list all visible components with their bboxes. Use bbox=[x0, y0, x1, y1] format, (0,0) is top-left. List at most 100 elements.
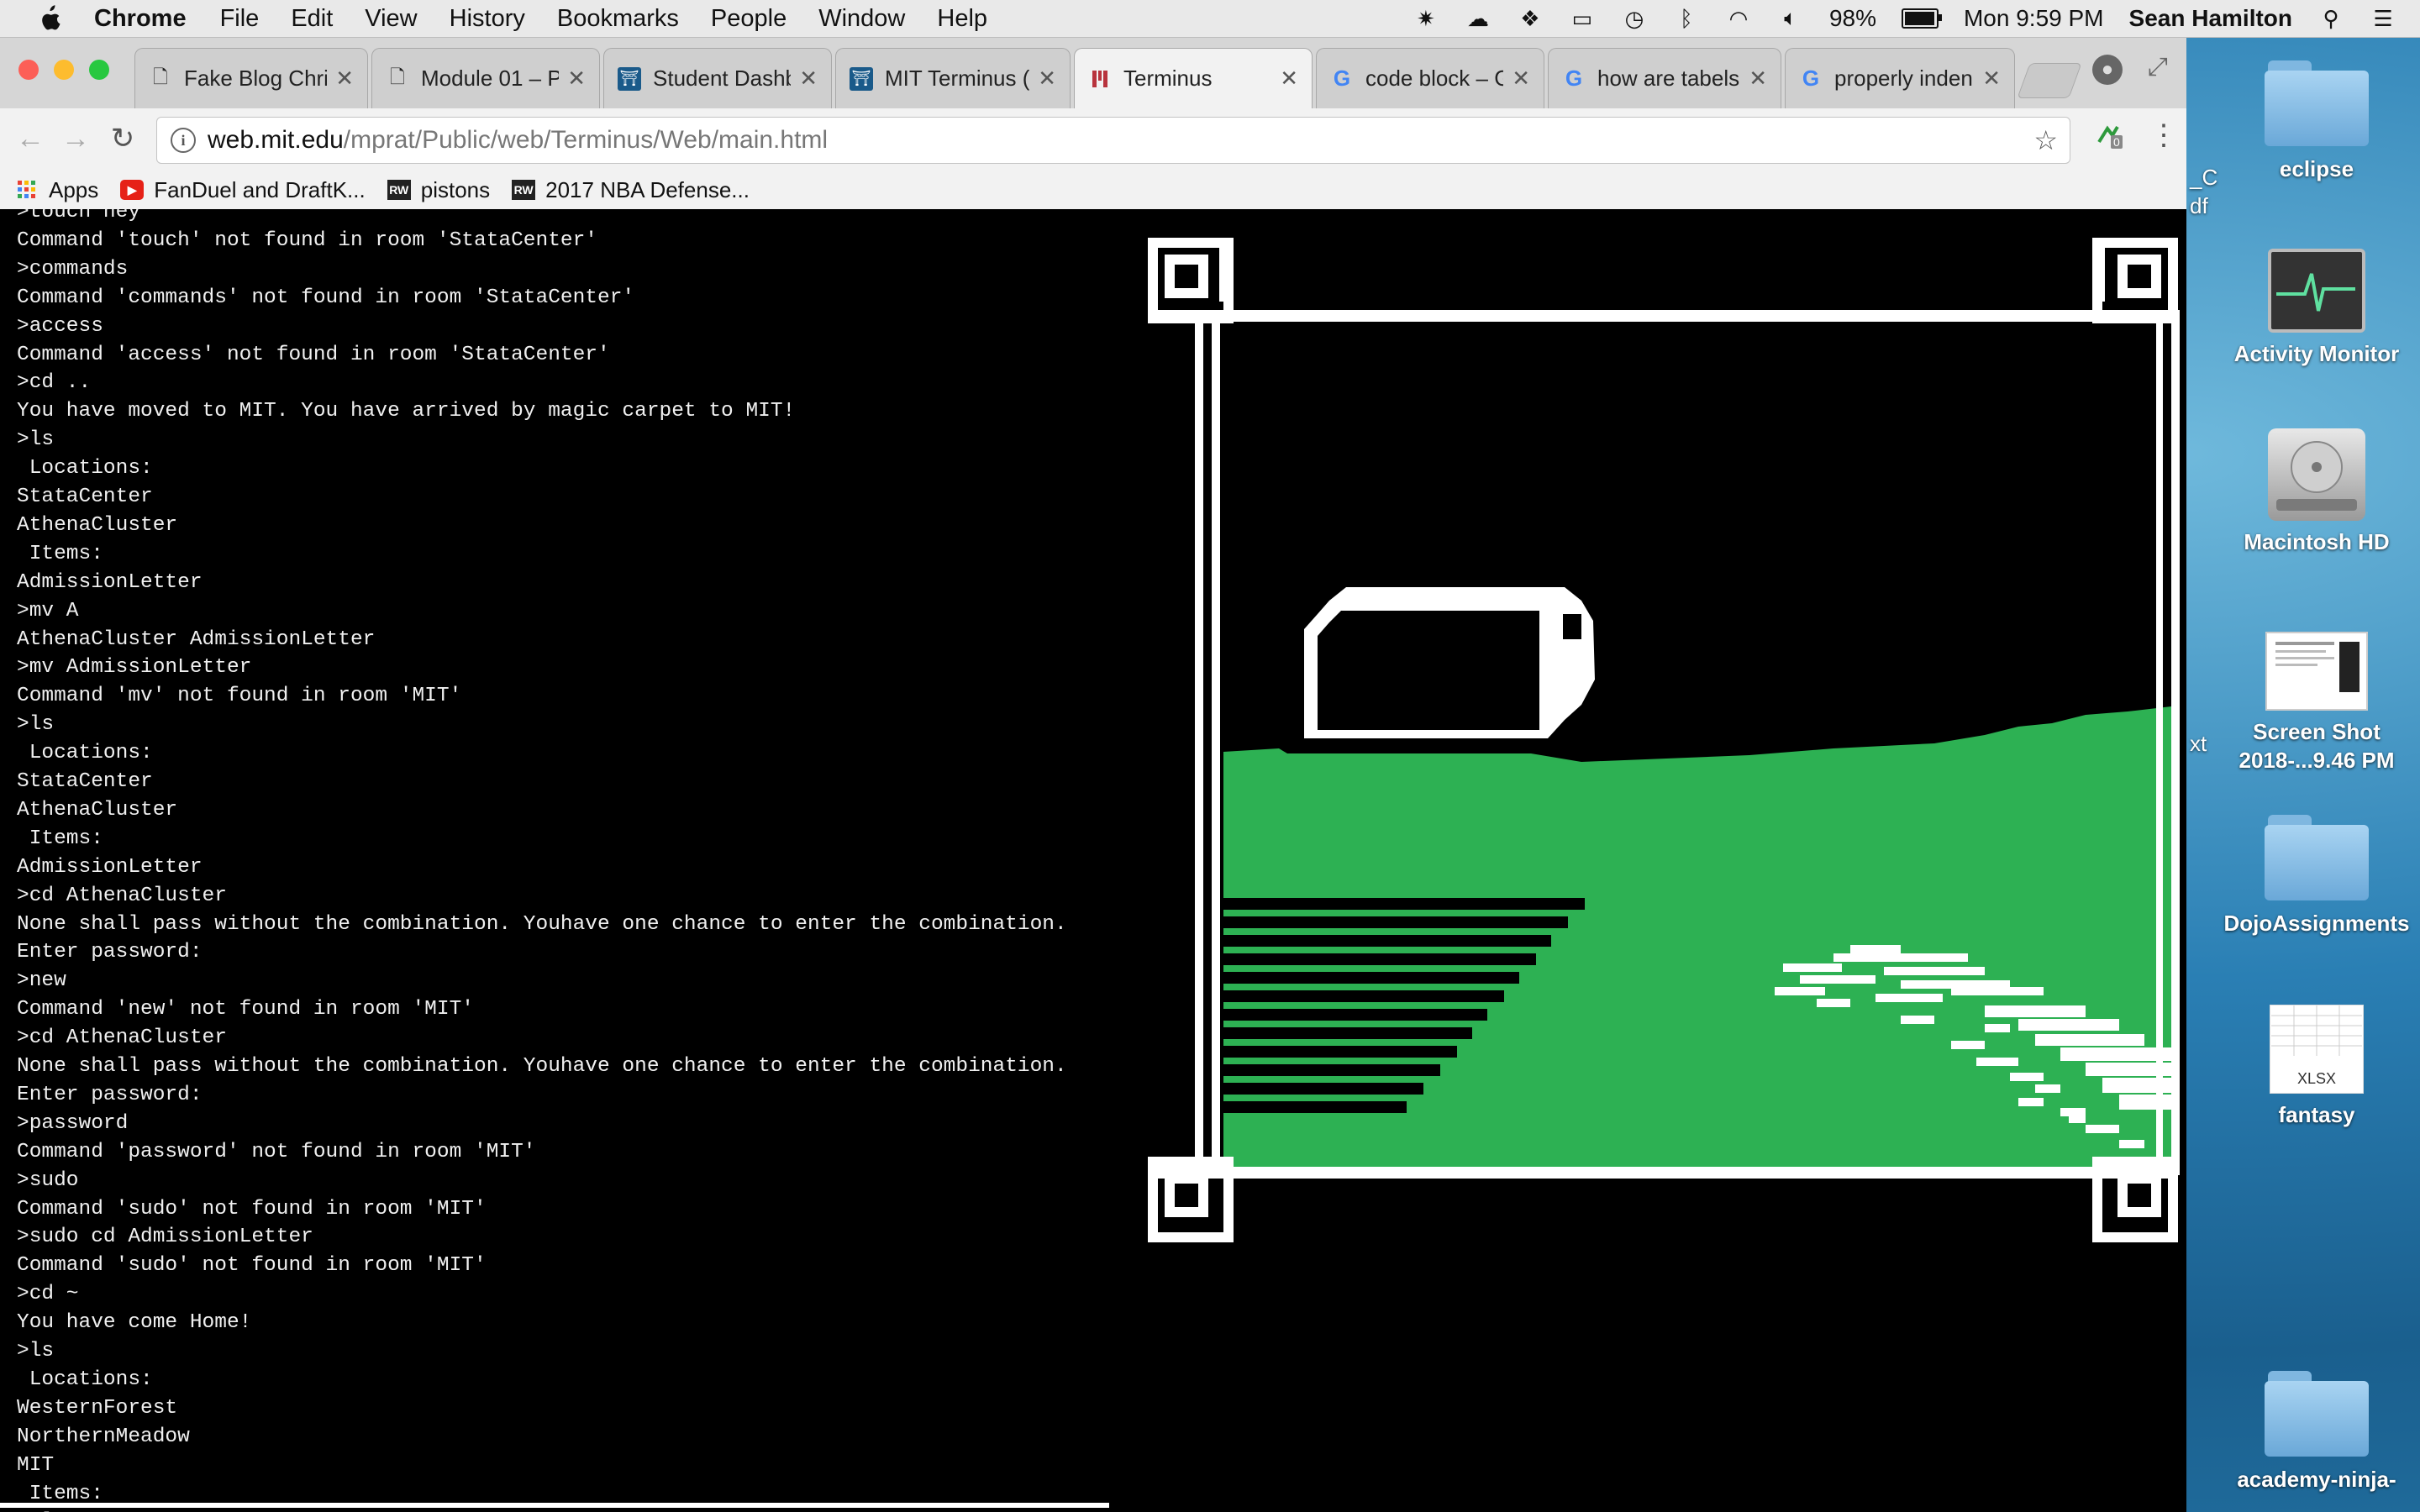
tab-title: code block – G bbox=[1365, 66, 1504, 91]
terminal-line: You have moved to MIT. You have arrived … bbox=[17, 400, 796, 423]
terminal-line: Command 'sudo' not found in room 'MIT' bbox=[17, 1254, 487, 1278]
terminal-line: NorthernMeadow bbox=[17, 1425, 190, 1448]
youtube-icon: ▶ bbox=[120, 180, 145, 200]
volume-icon[interactable]: 🔈︎ bbox=[1777, 5, 1804, 30]
chrome-window: 🗋 Fake Blog Chri ✕ 🗋 Module 01 – Pa ✕ ⛩ … bbox=[0, 38, 2186, 1512]
tools-icon[interactable]: ✷ bbox=[1413, 6, 1439, 31]
bookmark-label: pistons bbox=[420, 176, 491, 202]
chrome-menu-icon[interactable]: ⋮ bbox=[2149, 118, 2178, 152]
bookmark-nba-defense[interactable]: RW 2017 NBA Defense... bbox=[512, 177, 750, 203]
desktop-icon-academy-ninja[interactable]: academy-ninja- bbox=[2220, 1371, 2413, 1494]
reload-icon[interactable]: ↻ bbox=[104, 120, 141, 157]
wifi-icon[interactable]: ◠ bbox=[1725, 6, 1752, 31]
site-info-icon[interactable]: i bbox=[171, 128, 196, 153]
fullscreen-icon[interactable]: ⤢ bbox=[2148, 53, 2168, 81]
time-machine-icon[interactable]: ◷ bbox=[1621, 6, 1648, 31]
extension-icon[interactable]: 0 bbox=[2096, 120, 2126, 150]
clock[interactable]: Mon 9:59 PM bbox=[1964, 5, 2104, 32]
spotlight-search-icon[interactable]: ⚲ bbox=[2317, 6, 2344, 31]
cloud-upload-icon[interactable]: ☁ bbox=[1465, 6, 1491, 31]
tab-mit-terminus-dojo[interactable]: ⛩ MIT Terminus ( ✕ bbox=[835, 48, 1071, 108]
menu-bookmarks[interactable]: Bookmarks bbox=[557, 5, 679, 33]
tab-close-icon[interactable]: ✕ bbox=[1512, 66, 1530, 92]
back-arrow-icon[interactable]: ← bbox=[12, 120, 49, 157]
rw-icon: RW bbox=[512, 180, 536, 200]
scene-illustration bbox=[1148, 238, 2180, 1242]
apple-menu-icon[interactable] bbox=[32, 2, 66, 35]
bluetooth-icon[interactable]: ᛒ bbox=[1673, 6, 1700, 31]
battery-percent[interactable]: 98% bbox=[1829, 5, 1876, 32]
terminal-line: Locations: bbox=[17, 457, 153, 480]
menu-help[interactable]: Help bbox=[937, 5, 987, 33]
battery-icon[interactable] bbox=[1901, 8, 1942, 29]
close-window-button[interactable] bbox=[18, 60, 39, 80]
airplay-icon[interactable]: ▭ bbox=[1569, 6, 1596, 31]
minimize-window-button[interactable] bbox=[54, 60, 74, 80]
google-icon: G bbox=[1802, 66, 1820, 91]
terminal-line: >password bbox=[17, 1111, 129, 1135]
tab-close-icon[interactable]: ✕ bbox=[567, 66, 586, 92]
folder-icon bbox=[2265, 60, 2369, 148]
terminal-line: None shall pass without the combination.… bbox=[17, 1055, 1067, 1078]
new-tab-button[interactable] bbox=[2017, 63, 2082, 98]
tab-close-icon[interactable]: ✕ bbox=[799, 66, 818, 92]
menu-file[interactable]: File bbox=[220, 5, 260, 33]
terminal-line: >commands bbox=[17, 257, 129, 281]
tab-indent-google[interactable]: G properly inden ✕ bbox=[1785, 48, 2015, 108]
profile-icon[interactable]: ● bbox=[2092, 55, 2123, 85]
tab-fake-blog[interactable]: 🗋 Fake Blog Chri ✕ bbox=[134, 48, 368, 108]
tab-close-icon[interactable]: ✕ bbox=[1749, 66, 1767, 92]
forward-arrow-icon[interactable]: → bbox=[57, 120, 94, 157]
desktop-icon-fantasy[interactable]: XLSX fantasy bbox=[2220, 1005, 2413, 1129]
magic-carpet bbox=[1304, 587, 1595, 738]
apps-grid-icon bbox=[15, 180, 39, 200]
horizontal-scrollbar[interactable] bbox=[0, 1503, 1109, 1508]
tab-strip: 🗋 Fake Blog Chri ✕ 🗋 Module 01 – Pa ✕ ⛩ … bbox=[0, 38, 2186, 108]
terminal-line: >sudo cd AdmissionLetter bbox=[17, 1226, 313, 1249]
tab-close-icon[interactable]: ✕ bbox=[335, 66, 354, 92]
terminal-line: StataCenter bbox=[17, 486, 153, 508]
address-bar[interactable]: i web.mit.edu/mprat/Public/web/Terminus/… bbox=[156, 117, 2070, 164]
terminal-line: Locations: bbox=[17, 742, 153, 765]
menu-app-name[interactable]: Chrome bbox=[94, 5, 187, 33]
bookmark-label: FanDuel and DraftK... bbox=[154, 176, 366, 202]
user-name[interactable]: Sean Hamilton bbox=[2129, 5, 2292, 32]
tab-student-dashboard[interactable]: ⛩ Student Dashb ✕ bbox=[603, 48, 832, 108]
terminal-line: >cd AthenaCluster bbox=[17, 1026, 227, 1050]
menu-edit[interactable]: Edit bbox=[291, 5, 333, 33]
bookmark-star-icon[interactable]: ☆ bbox=[2033, 124, 2058, 156]
terminal-line: AdmissionLetter bbox=[17, 570, 203, 594]
tab-close-icon[interactable]: ✕ bbox=[1280, 66, 1298, 92]
partial-label: xt bbox=[2190, 731, 2207, 756]
tab-title: properly inden bbox=[1834, 66, 1973, 91]
menu-view[interactable]: View bbox=[365, 5, 417, 33]
bookmark-apps[interactable]: Apps bbox=[15, 177, 98, 203]
menu-people[interactable]: People bbox=[711, 5, 786, 33]
desktop-icon-eclipse[interactable]: eclipse bbox=[2220, 60, 2413, 183]
desktop-icon-dojoassignments[interactable]: DojoAssignments bbox=[2220, 815, 2413, 937]
desktop-icon-screenshot[interactable]: Screen Shot 2018-...9.46 PM bbox=[2220, 632, 2413, 774]
bookmark-label: Apps bbox=[49, 176, 99, 202]
menu-window[interactable]: Window bbox=[818, 5, 905, 33]
notification-center-icon[interactable]: ☰ bbox=[2370, 6, 2396, 31]
zoom-window-button[interactable] bbox=[89, 60, 109, 80]
bookmark-label: 2017 NBA Defense... bbox=[545, 176, 750, 202]
terminal-line: >access bbox=[17, 314, 103, 338]
desktop-icon-macintosh-hd[interactable]: Macintosh HD bbox=[2220, 428, 2413, 556]
tab-code-block-google[interactable]: G code block – G ✕ bbox=[1316, 48, 1544, 108]
tab-tables-google[interactable]: G how are tabels ✕ bbox=[1548, 48, 1781, 108]
bookmark-fanduel[interactable]: ▶ FanDuel and DraftK... bbox=[120, 176, 366, 203]
dropbox-icon[interactable]: ❖ bbox=[1517, 6, 1544, 31]
menu-history[interactable]: History bbox=[450, 5, 525, 33]
terminal-line: AthenaCluster AdmissionLetter bbox=[17, 627, 376, 651]
tab-close-icon[interactable]: ✕ bbox=[1038, 66, 1056, 92]
desktop-icon-activity-monitor[interactable]: Activity Monitor bbox=[2220, 249, 2413, 368]
terminal-line: >ls bbox=[17, 1340, 55, 1362]
desktop-icon-label: Screen Shot 2018-...9.46 PM bbox=[2238, 719, 2395, 773]
tab-module-01[interactable]: 🗋 Module 01 – Pa ✕ bbox=[371, 48, 600, 108]
terminal-line: AthenaCluster bbox=[17, 798, 178, 822]
tab-close-icon[interactable]: ✕ bbox=[1982, 66, 2001, 92]
bookmark-pistons[interactable]: RW pistons bbox=[387, 177, 490, 203]
xlsx-file-icon: XLSX bbox=[2270, 1005, 2364, 1094]
tab-terminus[interactable]: Terminus ✕ bbox=[1074, 48, 1313, 108]
